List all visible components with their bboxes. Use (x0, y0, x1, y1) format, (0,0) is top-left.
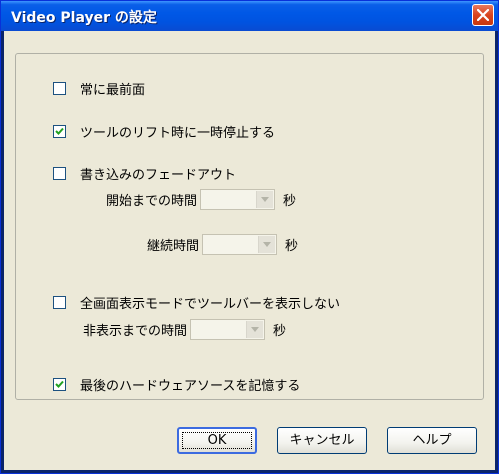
chevron-down-icon (263, 242, 272, 247)
fade-out-label: 書き込みのフェードアウト (80, 168, 237, 183)
help-button[interactable]: ヘルプ (387, 427, 477, 454)
remember-source-checkbox[interactable] (53, 378, 66, 391)
close-button[interactable] (472, 4, 494, 26)
fade-duration-label: 継続時間 (147, 239, 200, 254)
hide-delay-row: 非表示までの時間 秒 (83, 319, 286, 340)
options-group (15, 53, 484, 400)
hide-delay-unit: 秒 (273, 324, 287, 339)
fade-out-checkbox[interactable] (53, 167, 66, 180)
remember-source-label: 最後のハードウェアソースを記憶する (80, 379, 301, 394)
fade-duration-combo[interactable] (202, 234, 278, 255)
hide-toolbar-option[interactable]: 全画面表示モードでツールバーを表示しない (53, 293, 340, 312)
pause-on-lift-checkbox[interactable] (53, 125, 66, 138)
checkmark-icon (55, 127, 64, 135)
hide-delay-dropdown-button[interactable] (246, 321, 264, 338)
fade-out-option[interactable]: 書き込みのフェードアウト (53, 164, 236, 183)
fade-start-unit: 秒 (283, 194, 297, 209)
close-icon (477, 9, 489, 21)
pause-on-lift-option[interactable]: ツールのリフト時に一時停止する (53, 122, 275, 141)
chevron-down-icon (251, 327, 260, 332)
hide-toolbar-checkbox[interactable] (53, 296, 66, 309)
always-on-top-checkbox[interactable] (53, 82, 66, 95)
cancel-label: キャンセル (289, 433, 355, 448)
hide-toolbar-label: 全画面表示モードでツールバーを表示しない (80, 297, 341, 312)
fade-start-label: 開始までの時間 (106, 194, 198, 209)
window-title: Video Player の設定 (11, 10, 157, 26)
fade-start-combo[interactable] (200, 189, 276, 210)
fade-duration-unit: 秒 (285, 239, 299, 254)
remember-source-option[interactable]: 最後のハードウェアソースを記憶する (53, 375, 300, 394)
fade-start-row: 開始までの時間 秒 (106, 189, 296, 210)
hide-delay-combo[interactable] (190, 319, 266, 340)
hide-delay-label: 非表示までの時間 (83, 324, 188, 339)
title-bar[interactable]: Video Player の設定 (1, 1, 498, 31)
dialog-body: 常に最前面 ツールのリフト時に一時停止する 書き込みのフェードアウト 開始までの… (4, 31, 495, 470)
fade-duration-row: 継続時間 秒 (147, 234, 298, 255)
always-on-top-label: 常に最前面 (80, 83, 146, 98)
focus-rectangle (182, 432, 252, 449)
fade-duration-dropdown-button[interactable] (258, 236, 276, 253)
checkmark-icon (55, 380, 64, 388)
settings-dialog: Video Player の設定 常に最前面 ツールのリフト時に一時停止する 書… (0, 0, 499, 474)
pause-on-lift-label: ツールのリフト時に一時停止する (80, 126, 276, 141)
chevron-down-icon (261, 197, 270, 202)
always-on-top-option[interactable]: 常に最前面 (53, 79, 145, 98)
cancel-button[interactable]: キャンセル (277, 427, 367, 454)
ok-button[interactable]: OK (177, 427, 257, 454)
help-label: ヘルプ (412, 433, 452, 448)
fade-start-dropdown-button[interactable] (256, 191, 274, 208)
